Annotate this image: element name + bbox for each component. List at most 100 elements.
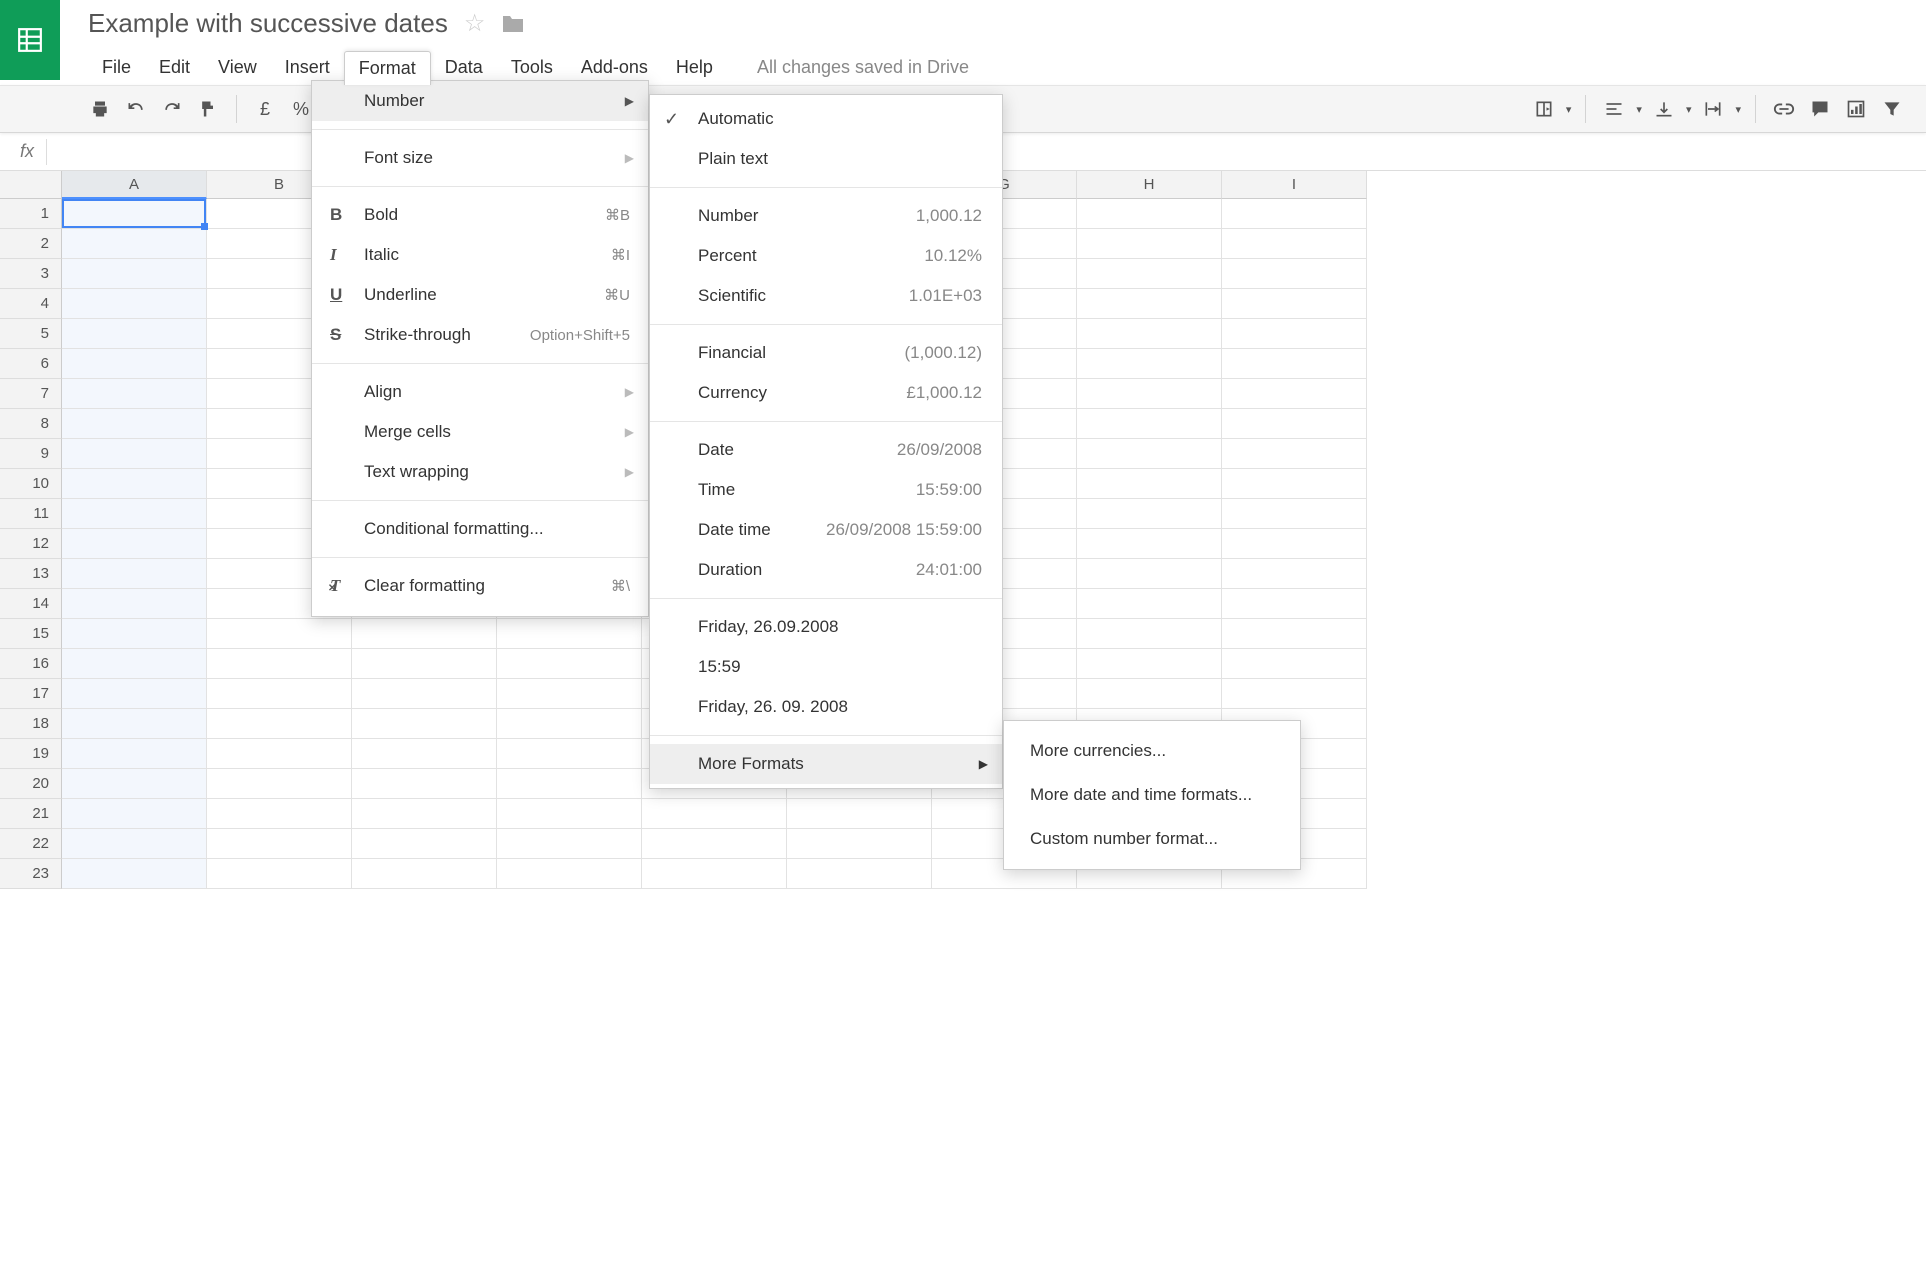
menu-item-number[interactable]: Number▶ <box>312 81 648 121</box>
cell[interactable] <box>1077 379 1222 409</box>
select-all-corner[interactable] <box>0 171 62 199</box>
cell[interactable] <box>1077 409 1222 439</box>
folder-icon[interactable] <box>501 14 525 34</box>
cell[interactable] <box>787 799 932 829</box>
number-item-automatic[interactable]: ✓ Automatic <box>650 99 1002 139</box>
number-item-custom-0[interactable]: Friday, 26.09.2008 <box>650 607 1002 647</box>
cell[interactable] <box>1222 649 1367 679</box>
cell[interactable] <box>1077 649 1222 679</box>
cell[interactable] <box>497 829 642 859</box>
cell[interactable] <box>1077 619 1222 649</box>
cell[interactable] <box>62 619 207 649</box>
cell[interactable] <box>1222 349 1367 379</box>
more-currencies[interactable]: More currencies... <box>1004 729 1300 773</box>
cell[interactable] <box>1077 589 1222 619</box>
cell[interactable] <box>1077 319 1222 349</box>
cell[interactable] <box>1222 199 1367 229</box>
cell[interactable] <box>207 769 352 799</box>
cell[interactable] <box>1222 439 1367 469</box>
number-item-custom-1[interactable]: 15:59 <box>650 647 1002 687</box>
cell[interactable] <box>62 559 207 589</box>
menu-item-font-size[interactable]: Font size▶ <box>312 138 648 178</box>
star-icon[interactable]: ☆ <box>464 9 486 38</box>
cell[interactable] <box>62 499 207 529</box>
menu-item-clear-formatting[interactable]: T✕Clear formatting⌘\ <box>312 566 648 606</box>
menu-item-underline[interactable]: UUnderline⌘U <box>312 275 648 315</box>
cell[interactable] <box>642 859 787 889</box>
cell[interactable] <box>62 829 207 859</box>
cell[interactable] <box>352 619 497 649</box>
menu-file[interactable]: File <box>88 51 145 85</box>
cell[interactable] <box>1077 199 1222 229</box>
number-item-date[interactable]: Date26/09/2008 <box>650 430 1002 470</box>
number-item-datetime[interactable]: Date time26/09/2008 15:59:00 <box>650 510 1002 550</box>
align-icon[interactable] <box>1600 95 1628 123</box>
menu-help[interactable]: Help <box>662 51 727 85</box>
cell[interactable] <box>207 739 352 769</box>
cell[interactable] <box>1222 499 1367 529</box>
cell[interactable] <box>1077 439 1222 469</box>
column-header[interactable]: I <box>1222 171 1367 199</box>
cell[interactable] <box>62 589 207 619</box>
cell[interactable] <box>207 649 352 679</box>
row-header[interactable]: 18 <box>0 709 62 739</box>
column-header[interactable]: H <box>1077 171 1222 199</box>
cell[interactable] <box>207 709 352 739</box>
cell[interactable] <box>62 409 207 439</box>
row-header[interactable]: 8 <box>0 409 62 439</box>
cell[interactable] <box>497 769 642 799</box>
menu-item-wrap[interactable]: Text wrapping▶ <box>312 452 648 492</box>
cell[interactable] <box>62 289 207 319</box>
row-header[interactable]: 5 <box>0 319 62 349</box>
number-item-scientific[interactable]: Scientific1.01E+03 <box>650 276 1002 316</box>
custom-number-format[interactable]: Custom number format... <box>1004 817 1300 861</box>
cell[interactable] <box>497 619 642 649</box>
cell[interactable] <box>497 739 642 769</box>
currency-button[interactable]: £ <box>251 95 279 123</box>
cell[interactable] <box>1077 679 1222 709</box>
cell[interactable] <box>352 799 497 829</box>
cell[interactable] <box>62 349 207 379</box>
menu-item-italic[interactable]: IItalic⌘I <box>312 235 648 275</box>
menu-item-merge[interactable]: Merge cells▶ <box>312 412 648 452</box>
cell[interactable] <box>497 709 642 739</box>
cell[interactable] <box>1077 229 1222 259</box>
cell[interactable] <box>1077 529 1222 559</box>
doc-title[interactable]: Example with successive dates <box>88 8 448 39</box>
row-header[interactable]: 1 <box>0 199 62 229</box>
cell[interactable] <box>62 859 207 889</box>
row-header[interactable]: 10 <box>0 469 62 499</box>
cell[interactable] <box>62 679 207 709</box>
cell[interactable] <box>1077 559 1222 589</box>
app-logo[interactable] <box>0 0 60 80</box>
number-item-financial[interactable]: Financial(1,000.12) <box>650 333 1002 373</box>
cell[interactable] <box>207 859 352 889</box>
redo-icon[interactable] <box>158 95 186 123</box>
menu-item-strike[interactable]: SStrike-throughOption+Shift+5 <box>312 315 648 355</box>
cell[interactable] <box>1077 499 1222 529</box>
row-header[interactable]: 13 <box>0 559 62 589</box>
cell[interactable] <box>1222 259 1367 289</box>
column-header[interactable]: A <box>62 171 207 199</box>
cell[interactable] <box>207 799 352 829</box>
row-header[interactable]: 21 <box>0 799 62 829</box>
cell[interactable] <box>62 379 207 409</box>
wrap-icon[interactable] <box>1699 95 1727 123</box>
row-header[interactable]: 14 <box>0 589 62 619</box>
cell[interactable] <box>787 859 932 889</box>
cell[interactable] <box>207 619 352 649</box>
number-item-custom-2[interactable]: Friday, 26. 09. 2008 <box>650 687 1002 727</box>
row-header[interactable]: 23 <box>0 859 62 889</box>
row-header[interactable]: 3 <box>0 259 62 289</box>
cell[interactable] <box>1222 619 1367 649</box>
cell[interactable] <box>497 799 642 829</box>
valign-icon[interactable] <box>1650 95 1678 123</box>
cell[interactable] <box>1077 469 1222 499</box>
cell[interactable] <box>62 709 207 739</box>
number-item-plain[interactable]: Plain text <box>650 139 1002 179</box>
cell[interactable] <box>642 799 787 829</box>
chart-icon[interactable] <box>1842 95 1870 123</box>
menu-item-align[interactable]: Align▶ <box>312 372 648 412</box>
cell[interactable] <box>1222 229 1367 259</box>
cell[interactable] <box>1077 289 1222 319</box>
